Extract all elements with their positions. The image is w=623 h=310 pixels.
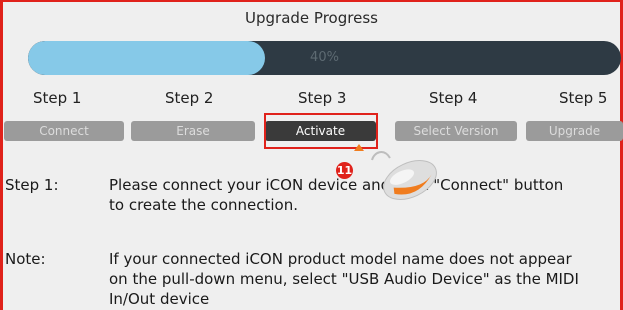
step-3-label: Step 3 bbox=[298, 89, 347, 107]
progress-bar: 40% bbox=[28, 41, 621, 75]
connect-button[interactable]: Connect bbox=[4, 121, 124, 141]
step-4-label: Step 4 bbox=[429, 89, 478, 107]
step-1-instruction-text: Please connect your iCON device and clic… bbox=[109, 176, 564, 214]
note-label: Note: bbox=[5, 250, 46, 268]
progress-percent: 40% bbox=[310, 50, 339, 65]
step-1-label: Step 1 bbox=[33, 89, 82, 107]
select-version-button[interactable]: Select Version bbox=[395, 121, 517, 141]
step-2-label: Step 2 bbox=[165, 89, 214, 107]
erase-button[interactable]: Erase bbox=[131, 121, 255, 141]
upgrade-button[interactable]: Upgrade bbox=[526, 121, 623, 141]
dialog-title: Upgrade Progress bbox=[245, 9, 378, 27]
note-text: If your connected iCON product model nam… bbox=[109, 250, 579, 308]
step-5-label: Step 5 bbox=[559, 89, 608, 107]
step-marker-badge: 11 bbox=[336, 162, 353, 179]
mouse-icon bbox=[371, 151, 437, 200]
step-1-instruction-label: Step 1: bbox=[5, 176, 59, 194]
pointer-arrow-icon bbox=[354, 144, 364, 151]
